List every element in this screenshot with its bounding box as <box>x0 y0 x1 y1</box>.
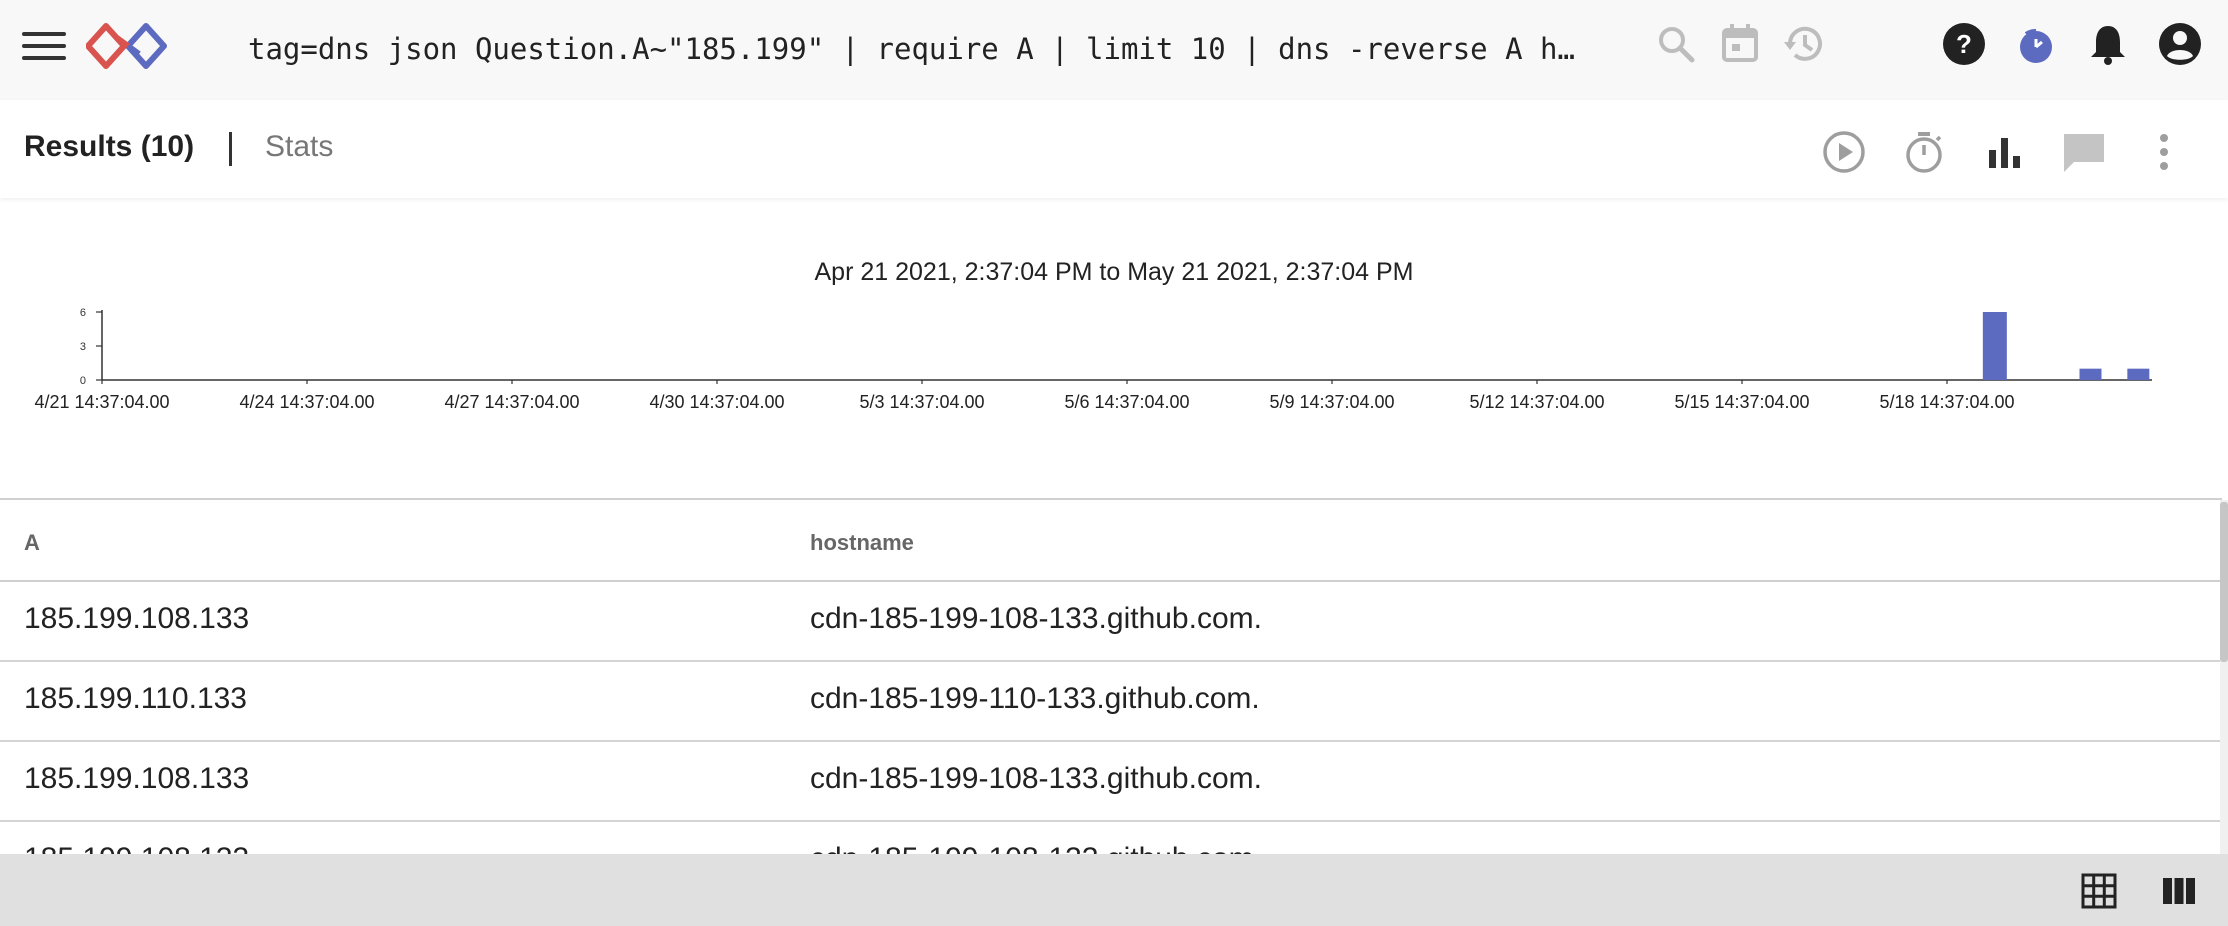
table-row[interactable]: 185.199.108.133 cdn-185-199-108-133.gith… <box>0 742 2222 822</box>
histogram-chart: Apr 21 2021, 2:37:04 PM to May 21 2021, … <box>0 198 2228 498</box>
help-icon[interactable]: ? <box>1940 20 1988 68</box>
x-tick-label: 4/27 14:37:04.00 <box>444 392 579 412</box>
cell-hostname: cdn-185-199-108-133.github.com. <box>810 842 1262 854</box>
tab-stats[interactable]: Stats <box>265 130 333 164</box>
table-grid-icon[interactable] <box>2080 872 2118 910</box>
table-scrollbar[interactable] <box>2220 500 2228 856</box>
chart-bar <box>1982 312 2007 380</box>
table-row[interactable]: 185.199.108.133 cdn-185-199-108-133.gith… <box>0 822 2222 854</box>
results-table: A hostname 185.199.108.133 cdn-185-199-1… <box>0 498 2222 854</box>
chart-bar <box>2079 368 2102 380</box>
chart-bar <box>2127 368 2150 380</box>
cell-a: 185.199.108.133 <box>24 762 250 795</box>
columns-icon[interactable] <box>2160 872 2198 910</box>
x-tick-label: 5/18 14:37:04.00 <box>1879 392 2014 412</box>
scrollbar-thumb[interactable] <box>2220 502 2228 662</box>
calendar-icon[interactable] <box>1716 20 1764 68</box>
history-icon[interactable] <box>1780 20 1828 68</box>
cell-a: 185.199.108.133 <box>24 842 249 854</box>
stopwatch-icon[interactable] <box>1900 128 1948 176</box>
play-icon[interactable] <box>1820 128 1868 176</box>
cell-hostname: cdn-185-199-108-133.github.com. <box>810 762 1262 795</box>
cell-a: 185.199.110.133 <box>24 682 247 715</box>
notifications-icon[interactable] <box>2084 20 2132 68</box>
table-header: A hostname <box>0 500 2222 582</box>
y-tick-label: 3 <box>80 341 86 353</box>
more-vert-icon[interactable] <box>2140 128 2188 176</box>
menu-icon[interactable] <box>20 26 68 66</box>
top-bar: tag=dns json Question.A~"185.199" | requ… <box>0 0 2228 100</box>
column-header-a[interactable]: A <box>24 530 40 556</box>
column-header-hostname[interactable]: hostname <box>810 530 914 556</box>
x-tick-label: 5/3 14:37:04.00 <box>859 392 984 412</box>
chart-svg[interactable]: 0 3 6 4/21 14:37:04.00 4/24 14:37:04.00 4/27 … <box>0 198 2228 498</box>
tab-results[interactable]: Results (10) <box>24 130 194 164</box>
tab-divider <box>229 132 232 166</box>
x-tick-label: 5/6 14:37:04.00 <box>1064 392 1189 412</box>
table-row[interactable]: 185.199.110.133 cdn-185-199-110-133.gith… <box>0 662 2222 742</box>
cell-hostname: cdn-185-199-110-133.github.com. <box>810 682 1260 715</box>
x-tick-label: 5/12 14:37:04.00 <box>1469 392 1604 412</box>
comment-icon[interactable] <box>2060 128 2108 176</box>
y-tick-label: 6 <box>80 307 86 319</box>
cell-a: 185.199.108.133 <box>24 602 250 635</box>
x-tick-label: 5/9 14:37:04.00 <box>1269 392 1394 412</box>
table-row[interactable]: 185.199.108.133 cdn-185-199-108-133.gith… <box>0 582 2222 662</box>
timer-badge-icon[interactable] <box>2012 20 2060 68</box>
svg-text:?: ? <box>1956 29 1972 59</box>
cell-hostname: cdn-185-199-108-133.github.com. <box>810 602 1262 635</box>
gravwell-logo[interactable] <box>86 18 170 74</box>
y-tick-label: 0 <box>80 375 86 387</box>
search-icon[interactable] <box>1652 20 1700 68</box>
bar-chart-icon[interactable] <box>1980 128 2028 176</box>
x-tick-label: 4/21 14:37:04.00 <box>34 392 169 412</box>
results-toolbar: Results (10) Stats <box>0 100 2228 198</box>
query-input[interactable]: tag=dns json Question.A~"185.199" | requ… <box>248 28 1588 70</box>
search-results-page: tag=dns json Question.A~"185.199" | requ… <box>0 0 2228 926</box>
x-tick-label: 4/24 14:37:04.00 <box>239 392 374 412</box>
x-tick-label: 5/15 14:37:04.00 <box>1674 392 1809 412</box>
bottom-bar <box>0 854 2228 926</box>
account-icon[interactable] <box>2156 20 2204 68</box>
x-tick-label: 4/30 14:37:04.00 <box>649 392 784 412</box>
